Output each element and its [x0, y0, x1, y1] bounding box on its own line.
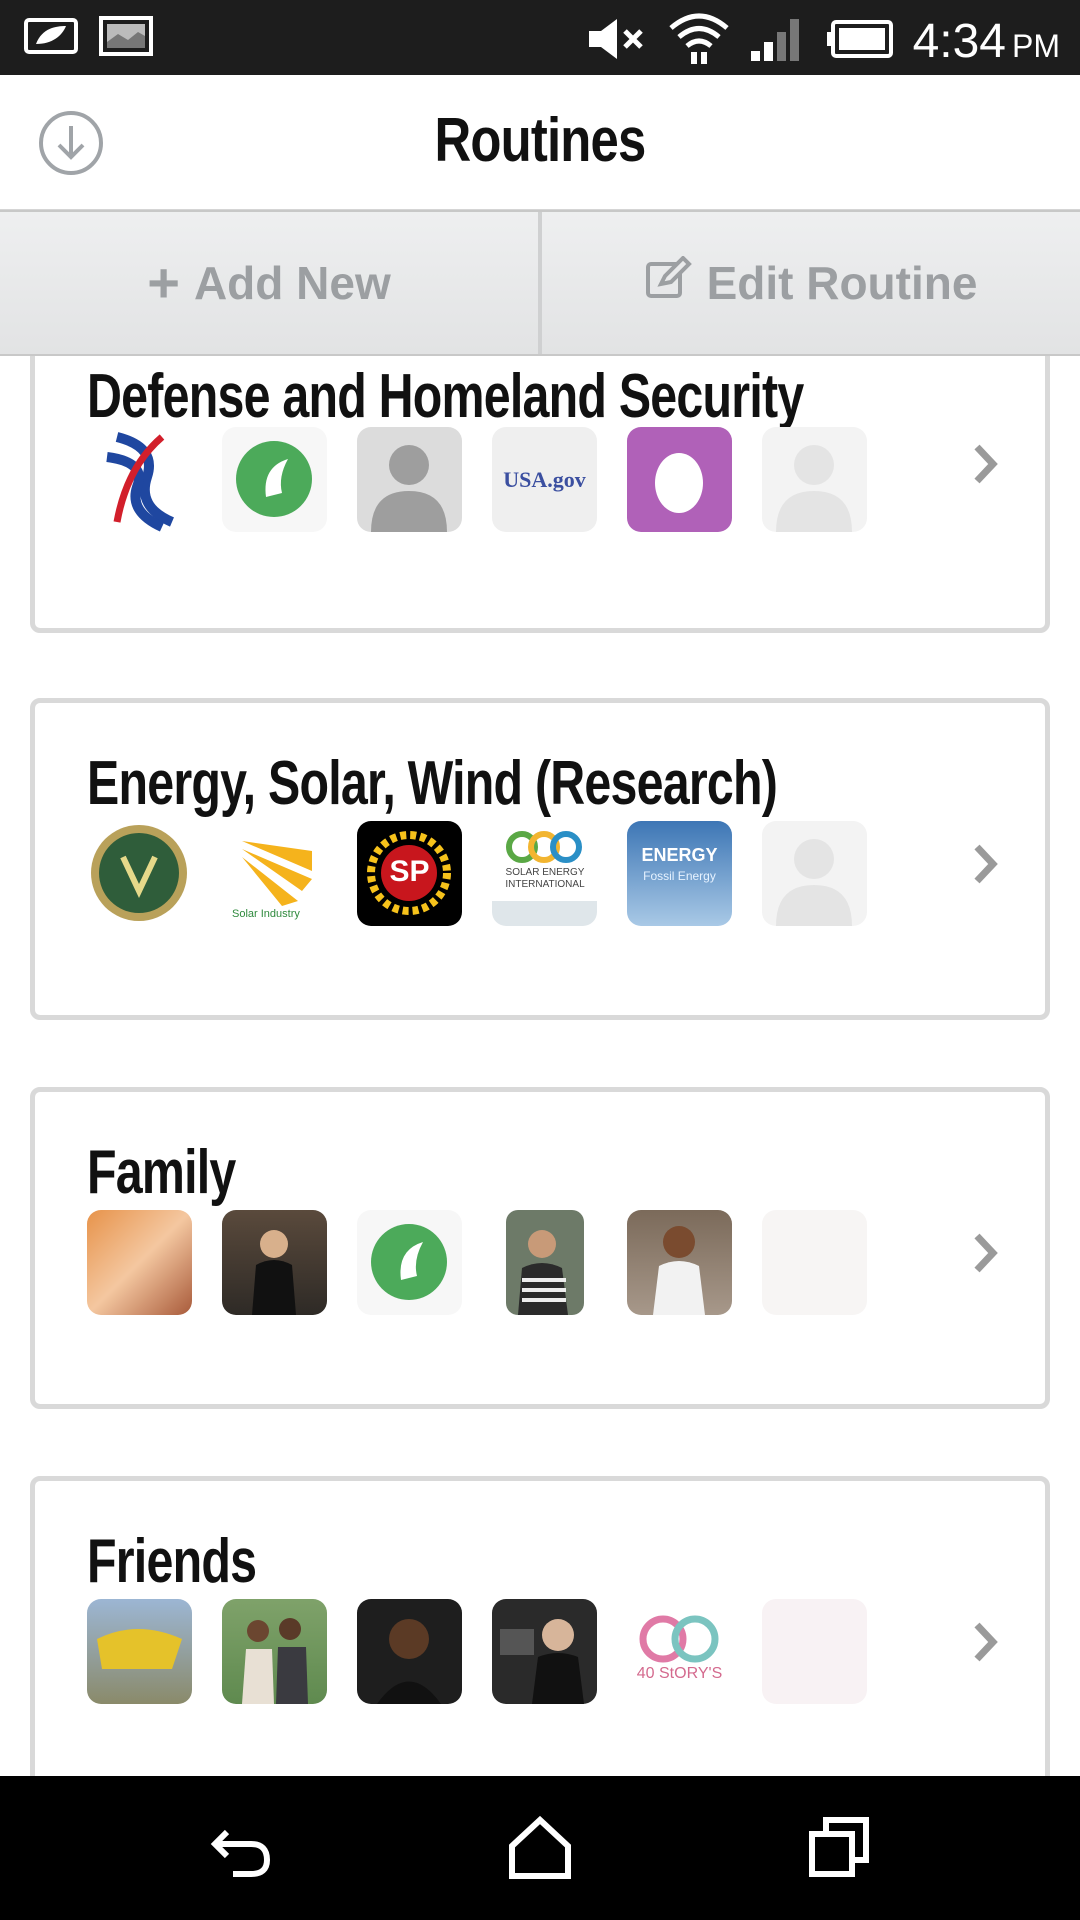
recents-icon[interactable] [804, 1812, 876, 1884]
routine-avatars: Solar Industry SP SOLAR ENERGY INTERNATI… [87, 821, 867, 926]
status-bar: 4:34 PM [0, 0, 1080, 75]
solar-industry-logo-avatar: Solar Industry [222, 821, 327, 926]
routine-title: Friends [87, 1527, 257, 1596]
faded-person-avatar [762, 821, 867, 926]
download-circle-icon[interactable] [38, 110, 104, 176]
signal-icon [749, 15, 807, 68]
battery-saver-icon [22, 14, 82, 63]
routine-list: Defense and Homeland Security USA.gov En… [0, 356, 1080, 1776]
friends-photo-2-avatar [222, 1599, 327, 1704]
friends-photo-1-avatar [87, 1599, 192, 1704]
faded-person-avatar [762, 427, 867, 532]
usa-gov-logo-avatar: USA.gov [492, 427, 597, 532]
add-new-button[interactable]: + Add New [0, 212, 540, 354]
energy-seal-avatar [87, 821, 192, 926]
family-photo-3-avatar [492, 1210, 597, 1315]
routine-title: Family [87, 1138, 236, 1207]
family-photo-4-avatar [627, 1210, 732, 1315]
faded-photo-avatar [762, 1210, 867, 1315]
chevron-right-icon[interactable] [965, 439, 1005, 489]
battery-icon [825, 19, 895, 64]
routine-avatars: USA.gov [87, 427, 867, 532]
friends-photo-4-avatar [492, 1599, 597, 1704]
header: Routines [0, 75, 1080, 210]
mute-icon [585, 15, 649, 68]
routine-card[interactable]: Energy, Solar, Wind (Research) Solar Ind… [30, 698, 1050, 1020]
sp-logo-avatar: SP [357, 821, 462, 926]
routine-title: Energy, Solar, Wind (Research) [87, 749, 778, 818]
wifi-icon [667, 10, 731, 73]
friends-photo-3-avatar [357, 1599, 462, 1704]
family-photo-1-avatar [87, 1210, 192, 1315]
green-leaf-logo-avatar [357, 1210, 462, 1315]
routine-avatars: 40 StORY'S [87, 1599, 867, 1704]
faded-photo-avatar [762, 1599, 867, 1704]
dhs-logo-avatar [87, 427, 192, 532]
navigation-bar [0, 1776, 1080, 1920]
routine-avatars [87, 1210, 867, 1315]
routine-card[interactable]: Friends 40 StORY'S [30, 1476, 1050, 1776]
chevron-right-icon[interactable] [965, 1617, 1005, 1667]
edit-routine-label: Edit Routine [706, 257, 978, 309]
routine-card[interactable]: Defense and Homeland Security USA.gov [30, 356, 1050, 633]
solar-energy-international-logo-avatar: SOLAR ENERGY INTERNATIONAL [492, 821, 597, 926]
chevron-right-icon[interactable] [965, 1228, 1005, 1278]
action-bar: + Add New Edit Routine [0, 210, 1080, 356]
routine-title: Defense and Homeland Security [87, 362, 804, 431]
family-photo-2-avatar [222, 1210, 327, 1315]
add-new-label: Add New [193, 257, 391, 309]
back-icon[interactable] [205, 1812, 277, 1884]
chevron-right-icon[interactable] [965, 839, 1005, 889]
edit-icon [645, 254, 693, 311]
clock: 4:34 PM [912, 15, 1060, 68]
green-leaf-logo-avatar [222, 427, 327, 532]
plus-icon: + [147, 251, 180, 314]
page-title: Routines [434, 106, 647, 175]
egg-avatar [627, 427, 732, 532]
image-icon [98, 14, 154, 63]
40-storys-logo-avatar: 40 StORY'S [627, 1599, 732, 1704]
edit-routine-button[interactable]: Edit Routine [540, 212, 1080, 354]
default-person-avatar [357, 427, 462, 532]
energy-fossil-logo-avatar: ENERGY Fossil Energy [627, 821, 732, 926]
routine-card[interactable]: Family [30, 1087, 1050, 1409]
home-icon[interactable] [504, 1812, 576, 1884]
